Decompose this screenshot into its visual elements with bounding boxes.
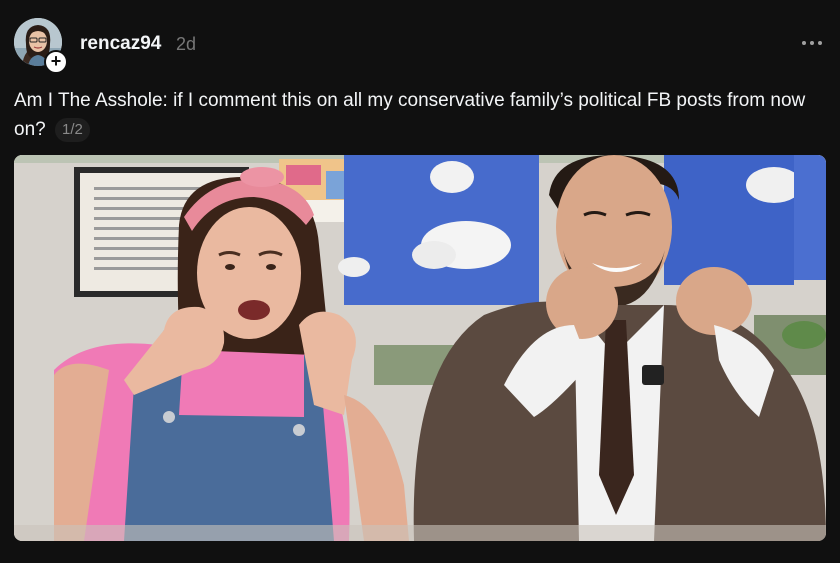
post-caption: Am I The Asshole: if I comment this on a… — [14, 86, 834, 144]
post-timestamp: 2d — [176, 34, 197, 54]
thread-post: + rencaz94 2d Am I The Asshole: if I com… — [0, 0, 840, 563]
post-media-image[interactable] — [14, 155, 826, 541]
photo-two-people-classroom — [14, 155, 826, 541]
more-horizontal-icon — [802, 41, 822, 45]
post-caption-text: Am I The Asshole: if I comment this on a… — [14, 90, 806, 140]
avatar-container[interactable]: + — [14, 18, 68, 74]
follow-plus-icon[interactable]: + — [44, 50, 68, 74]
post-header: + rencaz94 2d — [14, 18, 826, 74]
media-page-counter: 1/2 — [54, 118, 90, 142]
more-options-button[interactable] — [798, 32, 826, 52]
username[interactable]: rencaz94 — [80, 33, 161, 55]
